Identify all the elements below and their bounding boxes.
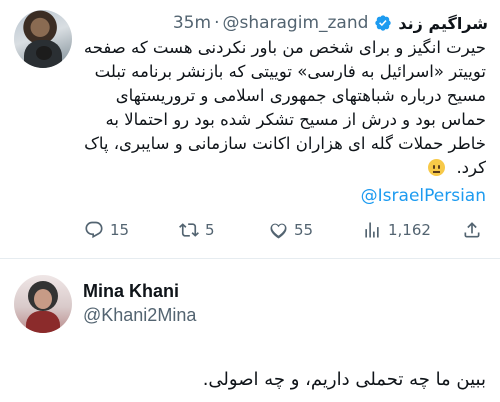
tweet[interactable]: 35m · @sharagim_zand شراگیم زند حیرت انگ… [0, 0, 500, 259]
reply-tweet[interactable]: Mina Khani @Khani2Mina ببین ما چه تحملی … [0, 259, 500, 402]
retweet-button[interactable]: 5 [179, 220, 215, 240]
reply-icon [85, 221, 103, 239]
mention-link[interactable]: @IsraelPersian [361, 186, 486, 206]
reply-author-handle[interactable]: @Khani2Mina [83, 305, 196, 326]
tweet-header: 35m · @sharagim_zand شراگیم زند [173, 12, 488, 34]
reply-author-name[interactable]: Mina Khani [83, 281, 179, 302]
like-count: 55 [294, 221, 314, 239]
avatar-top [26, 311, 60, 333]
tweet-body: حیرت انگیز و برای شخص من باور نکردنی هست… [83, 38, 486, 177]
tweet-time[interactable]: 35m [173, 13, 211, 33]
author-avatar[interactable] [14, 10, 72, 68]
share-button[interactable] [462, 220, 482, 240]
author-handle[interactable]: @sharagim_zand [222, 13, 368, 33]
heart-icon [270, 223, 287, 239]
reply-count: 15 [110, 221, 130, 239]
view-count: 1,162 [388, 221, 431, 239]
like-button[interactable]: 55 [268, 220, 313, 240]
avatar-dog [36, 46, 52, 60]
tweet-actions: 15 5 55 1,162 [84, 220, 488, 244]
reply-text: ببین ما چه تحملی داریم، و چه اصولی. [202, 369, 486, 390]
share-icon [464, 222, 480, 238]
reply-button[interactable]: 15 [84, 220, 129, 240]
views-button[interactable]: 1,162 [362, 220, 431, 240]
avatar-face [34, 289, 52, 309]
analytics-icon [365, 222, 379, 238]
neutral-face-emoji-icon [428, 159, 446, 176]
tweet-text: حیرت انگیز و برای شخص من باور نکردنی هست… [76, 36, 486, 180]
reply-author-avatar[interactable] [14, 275, 72, 333]
author-name[interactable]: شراگیم زند [398, 14, 488, 33]
verified-badge-icon [375, 15, 392, 31]
retweet-count: 5 [205, 221, 215, 239]
retweet-icon [179, 223, 199, 237]
separator-dot: · [214, 13, 220, 33]
